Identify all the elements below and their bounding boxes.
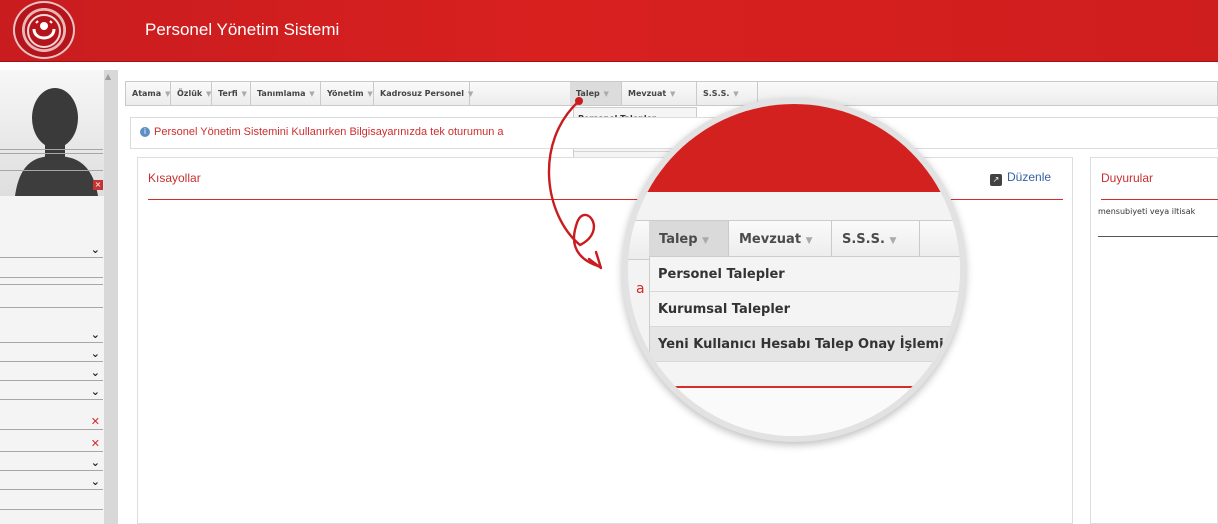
- menu-label: Terfi: [218, 89, 238, 98]
- menu-sss[interactable]: S.S.S. ▼: [697, 82, 758, 105]
- menu-label: Mevzuat: [628, 89, 667, 98]
- sidebar-select[interactable]: ⌄: [0, 365, 103, 381]
- menu-label: S.S.S.: [703, 89, 730, 98]
- caret-down-icon: ▼: [805, 236, 813, 246]
- divider: [0, 277, 103, 278]
- edit-button[interactable]: ↗ Düzenle: [990, 170, 1051, 186]
- magnified-item-kurumsal-talepler[interactable]: Kurumsal Talepler: [650, 292, 960, 327]
- caret-down-icon: ▼: [241, 90, 247, 98]
- divider: [0, 509, 103, 510]
- chevron-down-icon[interactable]: ⌄: [91, 475, 100, 488]
- magnified-dropdown: Personel Talepler Kurumsal Talepler Yeni…: [649, 256, 960, 400]
- avatar: [0, 70, 110, 196]
- menu-tanimlama[interactable]: Tanımlama ▼: [251, 82, 321, 105]
- main-menu: Atama ▼ Özlük ▼ Terfi ▼ Tanımlama ▼ Yöne…: [125, 81, 1218, 106]
- caret-down-icon: ▼: [467, 90, 474, 98]
- menu-label: Kadrosuz Personel: [380, 89, 465, 98]
- sidebar-select[interactable]: ⌄: [0, 346, 103, 362]
- magnifier-callout: Talep ▼ Mevzuat ▼ S.S.S. ▼ a Personel Ta…: [622, 98, 966, 442]
- close-icon[interactable]: ×: [93, 180, 103, 190]
- divider: [0, 307, 103, 308]
- title-rule: [1101, 199, 1218, 200]
- app-header: Personel Yönetim Sistemi: [0, 0, 1218, 62]
- info-icon: i: [140, 127, 150, 137]
- left-sidebar: × ⌄ ⌄ ⌄ ⌄ ⌄ ✕ ✕ ⌄ ⌄: [0, 70, 117, 524]
- chevron-down-icon[interactable]: ⌄: [91, 347, 100, 360]
- divider: [1098, 236, 1218, 237]
- magnified-menu-talep[interactable]: Talep ▼: [649, 221, 729, 259]
- menu-ozluk[interactable]: Özlük ▼: [171, 82, 212, 105]
- menu-label: Mevzuat: [739, 232, 802, 247]
- magnified-item-personel-talepler[interactable]: Personel Talepler: [650, 257, 960, 292]
- chevron-down-icon[interactable]: ⌄: [91, 385, 100, 398]
- menu-yonetim[interactable]: Yönetim ▼: [321, 82, 374, 105]
- remove-icon[interactable]: ✕: [91, 415, 100, 428]
- menu-label: Özlük: [177, 89, 203, 98]
- divider: [0, 170, 103, 171]
- menu-label: Atama: [132, 89, 162, 98]
- sidebar-scrollbar[interactable]: [104, 70, 118, 524]
- caret-down-icon: ▼: [669, 90, 676, 98]
- announcement-text[interactable]: mensubiyeti veya iltisak: [1098, 207, 1218, 216]
- caret-down-icon: ▼: [367, 90, 373, 98]
- menu-kadrosuz-personel[interactable]: Kadrosuz Personel ▼: [374, 82, 474, 105]
- sidebar-field[interactable]: ✕: [0, 414, 103, 430]
- edit-label: Düzenle: [1007, 170, 1052, 184]
- divider: [0, 284, 103, 285]
- sidebar-select[interactable]: ⌄: [0, 474, 103, 490]
- shortcuts-title: Kısayollar: [148, 171, 201, 185]
- sidebar-select[interactable]: ⌄: [0, 384, 103, 400]
- menu-label: Yönetim: [327, 89, 364, 98]
- scroll-up-icon[interactable]: ▲: [105, 72, 111, 81]
- magnified-menu: Talep ▼ Mevzuat ▼ S.S.S. ▼: [628, 220, 960, 260]
- magnified-red-rule: [649, 386, 960, 388]
- chevron-down-icon[interactable]: ⌄: [91, 456, 100, 469]
- magnified-lower-area: [628, 388, 960, 436]
- menu-mevzuat[interactable]: Mevzuat ▼: [622, 82, 697, 105]
- caret-down-icon: ▼: [164, 90, 171, 98]
- remove-icon[interactable]: ✕: [91, 437, 100, 450]
- menu-terfi[interactable]: Terfi ▼: [212, 82, 251, 105]
- announcements-panel: Duyurular mensubiyeti veya iltisak: [1090, 157, 1218, 524]
- caret-down-icon: ▼: [733, 90, 739, 98]
- magnified-item-yeni-kullanici[interactable]: Yeni Kullanıcı Hesabı Talep Onay İşlemi: [650, 327, 960, 362]
- caret-down-icon: ▼: [206, 90, 212, 98]
- caret-down-icon: ▼: [889, 236, 897, 246]
- caret-down-icon: ▼: [603, 90, 609, 98]
- magnified-menu-sss[interactable]: S.S.S. ▼: [832, 221, 920, 259]
- info-text: Personel Yönetim Sistemini Kullanırken B…: [154, 126, 504, 138]
- menu-label: S.S.S.: [842, 232, 885, 247]
- divider: [0, 149, 103, 150]
- sidebar-field[interactable]: ✕: [0, 436, 103, 452]
- ministry-logo: [13, 1, 75, 59]
- menu-atama[interactable]: Atama ▼: [126, 82, 171, 105]
- sidebar-select[interactable]: ⌄: [0, 327, 103, 343]
- magnified-header: [628, 104, 960, 192]
- caret-down-icon: ▼: [309, 90, 315, 98]
- chevron-down-icon[interactable]: ⌄: [91, 243, 100, 256]
- menu-talep[interactable]: Talep ▼: [570, 82, 622, 105]
- announcements-title: Duyurular: [1101, 171, 1154, 185]
- app-title: Personel Yönetim Sistemi: [145, 20, 340, 39]
- menu-label: Tanımlama: [257, 89, 306, 98]
- chevron-down-icon[interactable]: ⌄: [91, 366, 100, 379]
- sidebar-select[interactable]: ⌄: [0, 455, 103, 471]
- caret-down-icon: ▼: [702, 236, 709, 246]
- menu-label: Talep: [659, 232, 698, 247]
- divider: [0, 153, 103, 154]
- magnified-text-fragment: a: [636, 281, 645, 297]
- menu-label: Talep: [576, 89, 600, 98]
- magnified-menu-mevzuat[interactable]: Mevzuat ▼: [729, 221, 832, 259]
- chevron-down-icon[interactable]: ⌄: [91, 328, 100, 341]
- sidebar-select[interactable]: ⌄: [0, 242, 103, 258]
- edit-icon: ↗: [990, 174, 1002, 186]
